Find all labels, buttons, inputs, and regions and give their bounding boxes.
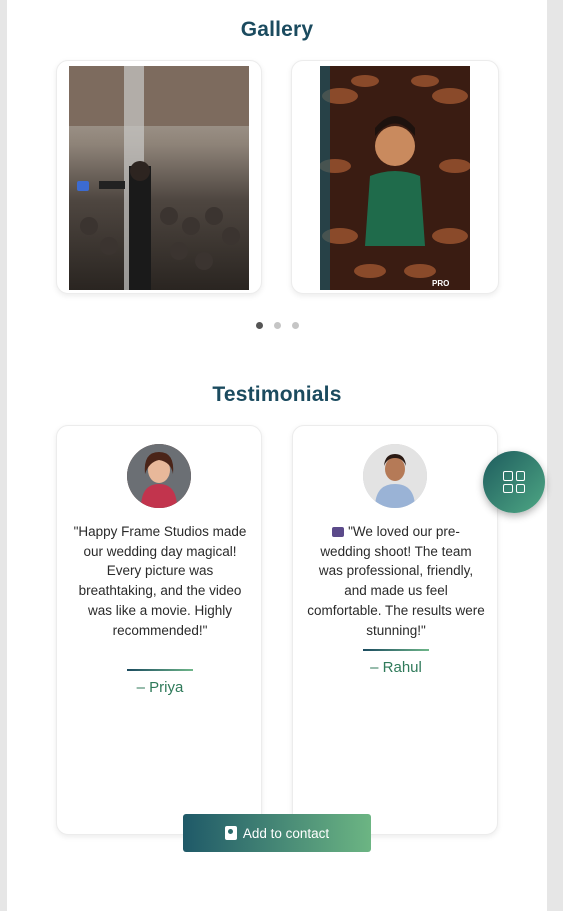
testimonial-card: "Happy Frame Studios made our wedding da… — [56, 425, 262, 835]
gallery-image[interactable]: PRO — [320, 66, 470, 290]
testimonial-author: – Priya — [136, 679, 184, 696]
pagination-dot[interactable] — [255, 322, 263, 329]
testimonial-author: – Rahul — [370, 659, 422, 676]
divider — [363, 649, 429, 651]
divider — [127, 669, 193, 671]
testimonial-card: "We loved our pre-wedding shoot! The tea… — [292, 425, 498, 835]
gallery-title: Gallery — [240, 18, 314, 41]
grid-icon — [503, 471, 525, 493]
add-to-contact-button[interactable]: Add to contact — [183, 814, 371, 852]
testimonial-quote: "We loved our pre-wedding shoot! The tea… — [307, 522, 485, 640]
add-to-contact-label: Add to contact — [242, 825, 330, 841]
testimonials-title: Testimonials — [212, 383, 342, 406]
apps-grid-button[interactable] — [483, 451, 545, 513]
page: Gallery PRO Testimonials "Happy Frame St… — [7, 0, 547, 911]
gallery-card[interactable]: PRO — [291, 60, 499, 294]
gallery-pagination — [7, 322, 547, 329]
testimonial-quote-text: "We loved our pre-wedding shoot! The tea… — [307, 524, 485, 638]
gallery-image[interactable] — [69, 66, 249, 290]
gallery-card[interactable] — [56, 60, 262, 294]
pagination-dot[interactable] — [273, 322, 281, 329]
contact-card-icon — [224, 826, 237, 840]
testimonial-quote: "Happy Frame Studios made our wedding da… — [73, 524, 247, 638]
avatar — [363, 444, 427, 508]
svg-text:PRO: PRO — [432, 279, 449, 288]
avatar — [127, 444, 191, 508]
pagination-dot[interactable] — [291, 322, 299, 329]
video-camera-icon — [332, 527, 345, 537]
